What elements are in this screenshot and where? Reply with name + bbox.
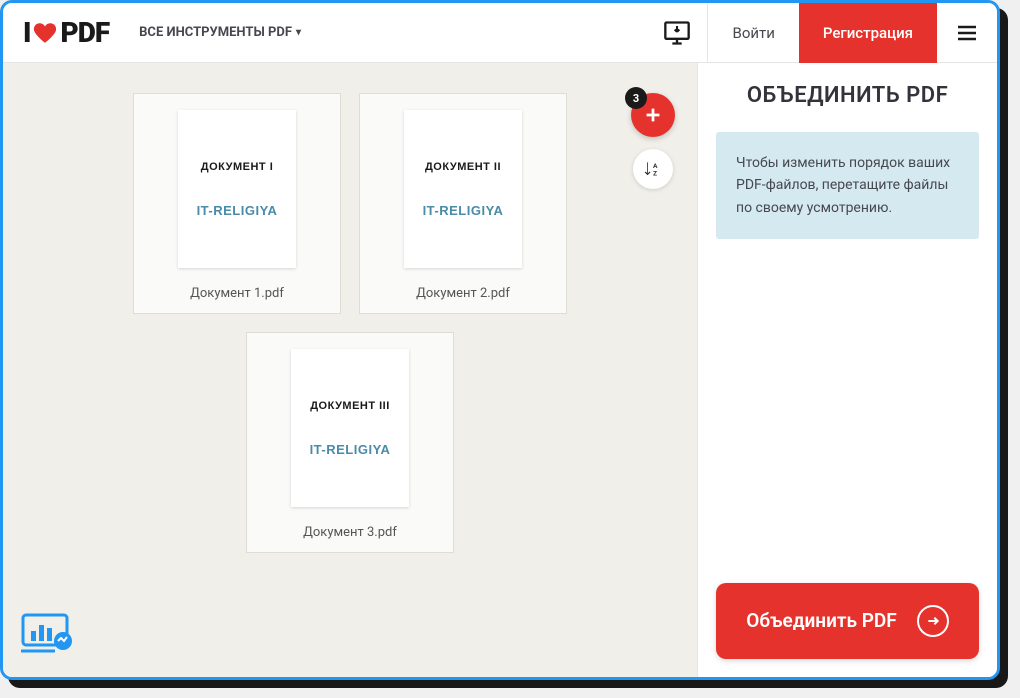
file-preview: ДОКУМЕНТ I IT-RELIGIYA — [178, 110, 296, 268]
file-card[interactable]: ДОКУМЕНТ III IT-RELIGIYA Документ 3.pdf — [246, 332, 454, 553]
tools-dropdown[interactable]: ВСЕ ИНСТРУМЕНТЫ PDF — [139, 25, 301, 40]
file-name: Документ 2.pdf — [416, 286, 510, 301]
hamburger-menu-icon[interactable] — [937, 3, 997, 63]
logo-text-suffix: PDF — [60, 16, 109, 49]
heart-icon — [32, 20, 58, 46]
login-button[interactable]: Войти — [707, 3, 798, 63]
floating-controls: 3 AZ — [631, 93, 675, 189]
register-button[interactable]: Регистрация — [799, 3, 937, 63]
svg-text:Z: Z — [653, 170, 657, 178]
files-grid: ДОКУМЕНТ I IT-RELIGIYA Документ 1.pdf ДО… — [100, 93, 600, 553]
workspace: ДОКУМЕНТ I IT-RELIGIYA Документ 1.pdf ДО… — [3, 63, 697, 677]
sidebar-title: ОБЪЕДИНИТЬ PDF — [698, 63, 997, 128]
file-card[interactable]: ДОКУМЕНТ I IT-RELIGIYA Документ 1.pdf — [133, 93, 341, 314]
doc-brand: IT-RELIGIYA — [423, 203, 504, 218]
file-count-badge: 3 — [625, 87, 647, 109]
desktop-download-icon[interactable] — [647, 3, 707, 63]
logo-text-prefix: I — [23, 16, 30, 49]
header: I PDF ВСЕ ИНСТРУМЕНТЫ PDF Войти Регистра… — [3, 3, 997, 63]
info-box: Чтобы изменить порядок ваших PDF-файлов,… — [716, 132, 979, 239]
file-card[interactable]: ДОКУМЕНТ II IT-RELIGIYA Документ 2.pdf — [359, 93, 567, 314]
doc-brand: IT-RELIGIYA — [197, 203, 278, 218]
logo[interactable]: I PDF — [3, 16, 129, 49]
sort-az-button[interactable]: AZ — [633, 149, 673, 189]
merge-button-label: Объединить PDF — [746, 609, 896, 634]
app-window: I PDF ВСЕ ИНСТРУМЕНТЫ PDF Войти Регистра… — [0, 0, 1000, 680]
file-preview: ДОКУМЕНТ III IT-RELIGIYA — [291, 349, 409, 507]
doc-title: ДОКУМЕНТ II — [425, 161, 501, 173]
file-name: Документ 3.pdf — [303, 525, 397, 540]
doc-title: ДОКУМЕНТ I — [201, 161, 274, 173]
file-preview: ДОКУМЕНТ II IT-RELIGIYA — [404, 110, 522, 268]
main-content: ДОКУМЕНТ I IT-RELIGIYA Документ 1.pdf ДО… — [3, 63, 997, 677]
doc-title: ДОКУМЕНТ III — [310, 400, 390, 412]
doc-brand: IT-RELIGIYA — [310, 442, 391, 457]
sidebar: ОБЪЕДИНИТЬ PDF Чтобы изменить порядок ва… — [697, 63, 997, 677]
add-file-button[interactable]: 3 — [631, 93, 675, 137]
stats-icon[interactable] — [21, 613, 77, 659]
arrow-right-icon — [917, 605, 949, 637]
merge-button[interactable]: Объединить PDF — [716, 583, 979, 659]
file-name: Документ 1.pdf — [190, 286, 284, 301]
